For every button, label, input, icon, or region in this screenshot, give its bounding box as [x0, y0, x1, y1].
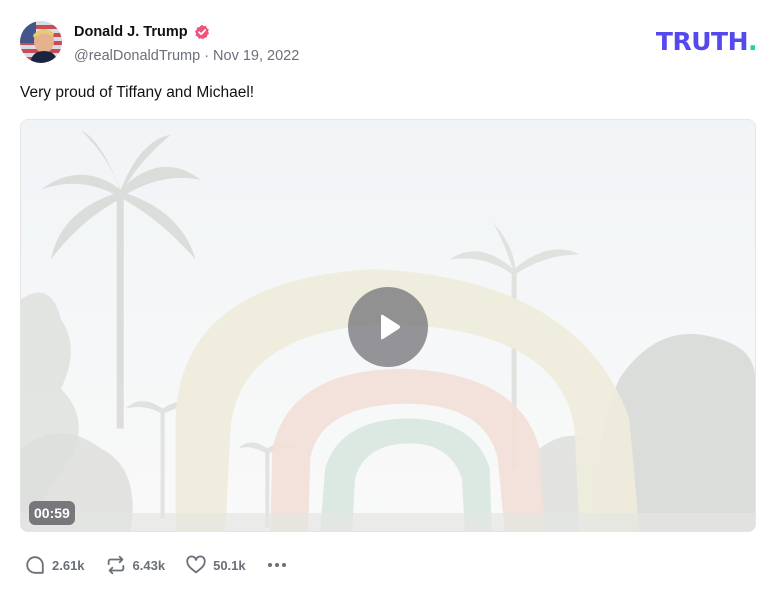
play-button[interactable] [348, 287, 428, 367]
verified-badge-icon [194, 24, 210, 40]
reply-count: 2.61k [52, 557, 85, 573]
post-actions: 2.61k 6.43k 50.1k [24, 552, 288, 578]
author-handle[interactable]: @realDonaldTrump [74, 48, 200, 64]
post-meta: @realDonaldTrump · Nov 19, 2022 [74, 47, 299, 65]
logo-text: TRUTH [655, 27, 749, 56]
meta-separator: · [204, 48, 210, 64]
reply-icon [26, 556, 44, 574]
play-icon [381, 314, 400, 340]
retruth-count: 6.43k [132, 557, 166, 573]
post-author: Donald J. Trump @realDonaldTrump · Nov 19,… [74, 22, 299, 65]
author-name[interactable]: Donald J. Trump [74, 22, 188, 42]
truth-logo[interactable]: TRUTH. [655, 27, 758, 57]
video-player[interactable]: 00:59 [20, 119, 756, 532]
retruth-icon [107, 555, 124, 575]
post-date[interactable]: Nov 19, 2022 [213, 48, 299, 64]
more-dots-icon [267, 563, 286, 567]
retruth-button[interactable]: 6.43k [105, 552, 166, 578]
video-duration: 00:59 [29, 501, 75, 525]
avatar[interactable] [20, 21, 62, 63]
like-count: 50.1k [213, 557, 246, 573]
reply-button[interactable]: 2.61k [24, 552, 85, 578]
post-text: Very proud of Tiffany and Michael! [20, 84, 255, 101]
like-button[interactable]: 50.1k [185, 552, 246, 578]
more-button[interactable] [266, 552, 288, 578]
heart-icon [186, 555, 206, 574]
logo-dot: . [748, 27, 758, 56]
